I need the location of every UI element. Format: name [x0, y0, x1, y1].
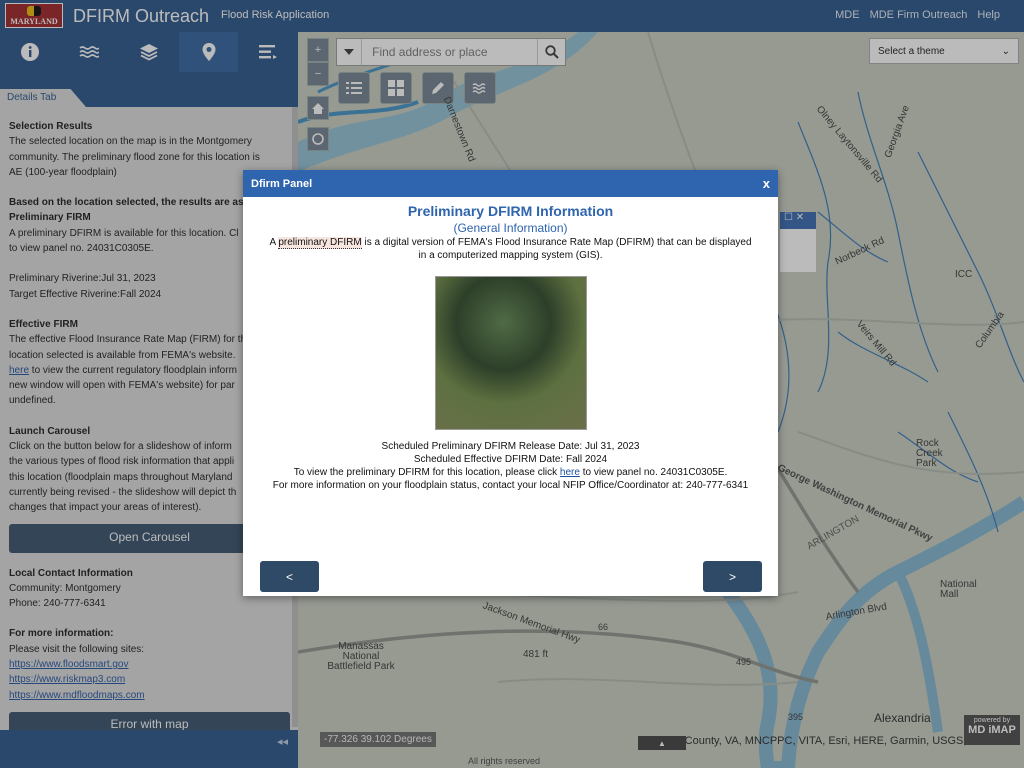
- view-panel-line: To view the preliminary DFIRM for this l…: [243, 466, 778, 479]
- desc-prefix: A: [269, 237, 279, 248]
- modal-title: Preliminary DFIRM Information: [407, 203, 614, 219]
- view-panel-link[interactable]: here: [560, 467, 580, 478]
- modal-description: A preliminary DFIRM is a digital version…: [266, 236, 756, 262]
- contact-line: For more information on your floodplain …: [272, 480, 749, 491]
- close-icon[interactable]: x: [763, 176, 770, 191]
- modal-header: Dfirm Panel: [243, 170, 778, 197]
- release-date: Scheduled Preliminary DFIRM Release Date…: [381, 441, 640, 452]
- modal-header-title: Dfirm Panel: [251, 178, 313, 190]
- desc-suffix: is a digital version of FEMA's Flood Ins…: [361, 237, 752, 261]
- effective-date: Scheduled Effective DFIRM Date: Fall 202…: [413, 454, 608, 465]
- next-button[interactable]: >: [703, 561, 762, 592]
- previous-button[interactable]: <: [260, 561, 319, 592]
- modal-content: Preliminary DFIRM Information (General I…: [243, 197, 778, 492]
- glossary-term[interactable]: preliminary DFIRM: [278, 237, 362, 249]
- dfirm-modal: Dfirm Panel x Preliminary DFIRM Informat…: [243, 170, 778, 596]
- dfirm-preview-image: [434, 276, 587, 430]
- view-suffix: to view panel no. 24031C0305E.: [579, 467, 728, 478]
- modal-subtitle: (General Information): [453, 221, 568, 235]
- view-prefix: To view the preliminary DFIRM for this l…: [293, 467, 560, 478]
